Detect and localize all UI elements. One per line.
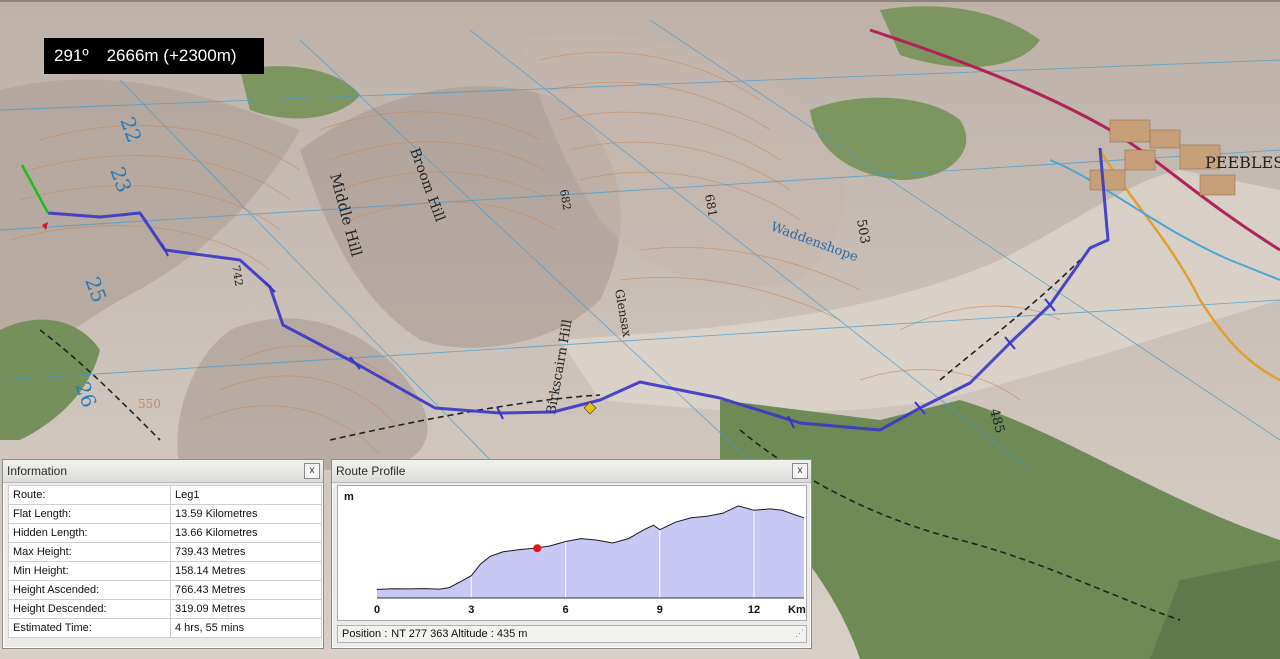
profile-chart-area[interactable]: 0 3 6 9 12 Km m xyxy=(337,485,807,621)
profile-area xyxy=(377,505,804,598)
profile-chart[interactable]: 0 3 6 9 12 Km m xyxy=(338,486,806,620)
info-value: 13.66 Kilometres xyxy=(170,523,322,543)
info-value: 13.59 Kilometres xyxy=(170,504,322,524)
info-row: Estimated Time: 4 hrs, 55 mins xyxy=(8,618,322,638)
info-row: Route: Leg1 xyxy=(8,485,322,505)
info-key: Flat Length: xyxy=(8,504,171,524)
info-key: Min Height: xyxy=(8,561,171,581)
route-profile-close-button[interactable]: x xyxy=(792,463,808,479)
info-value: Leg1 xyxy=(170,485,322,505)
resize-grip-icon[interactable]: ⋰ xyxy=(795,625,804,641)
profile-x-axis-label: Km xyxy=(788,604,806,616)
info-value: 4 hrs, 55 mins xyxy=(170,618,322,638)
info-row: Hidden Length: 13.66 Kilometres xyxy=(8,523,322,543)
route-profile-panel: Route Profile x 0 3 6 9 12 Km m Position : NT … xyxy=(331,459,812,649)
profile-status-bar: Position : NT 277 363 Altitude : 435 m ⋰ xyxy=(337,625,807,643)
information-panel-title: Information x xyxy=(3,460,323,483)
info-row: Height Descended: 319.09 Metres xyxy=(8,599,322,619)
profile-y-axis-label: m xyxy=(344,491,354,503)
altitude-readout: 2666m (+2300m) xyxy=(106,46,237,65)
heading-readout: 291º xyxy=(54,46,89,65)
information-title: Information xyxy=(7,464,68,478)
info-row: Max Height: 739.43 Metres xyxy=(8,542,322,562)
profile-position-marker xyxy=(533,544,542,553)
info-key: Height Descended: xyxy=(8,599,171,619)
profile-x-tick-label: 9 xyxy=(657,604,663,616)
profile-x-tick-label: 3 xyxy=(468,604,474,616)
info-row: Flat Length: 13.59 Kilometres xyxy=(8,504,322,524)
route-profile-panel-title: Route Profile x xyxy=(332,460,811,483)
information-close-button[interactable]: x xyxy=(304,463,320,479)
information-table: Route: Leg1 Flat Length: 13.59 Kilometres Hi… xyxy=(8,485,322,638)
route-profile-title: Route Profile xyxy=(336,464,406,478)
info-key: Max Height: xyxy=(8,542,171,562)
camera-readout: 291º 2666m (+2300m) xyxy=(44,38,264,74)
info-value: 158.14 Metres xyxy=(170,561,322,581)
info-key: Route: xyxy=(8,485,171,505)
top-border xyxy=(0,0,1280,2)
position-label: Position : xyxy=(342,628,388,640)
position-value: NT 277 363 Altitude : 435 m xyxy=(391,628,528,640)
profile-x-tick-label: 12 xyxy=(748,604,760,616)
information-panel: Information x Route: Leg1 Flat Length: 13.5… xyxy=(2,459,324,649)
spot-550: 550 xyxy=(138,397,161,411)
label-peebles: PEEBLES xyxy=(1205,153,1280,172)
info-row: Height Ascended: 766.43 Metres xyxy=(8,580,322,600)
profile-x-tick-label: 6 xyxy=(562,604,568,616)
info-key: Hidden Length: xyxy=(8,523,171,543)
profile-x-tick-label: 0 xyxy=(374,604,380,616)
info-key: Estimated Time: xyxy=(8,618,171,638)
info-value: 319.09 Metres xyxy=(170,599,322,619)
info-value: 739.43 Metres xyxy=(170,542,322,562)
info-value: 766.43 Metres xyxy=(170,580,322,600)
info-key: Height Ascended: xyxy=(8,580,171,600)
info-row: Min Height: 158.14 Metres xyxy=(8,561,322,581)
